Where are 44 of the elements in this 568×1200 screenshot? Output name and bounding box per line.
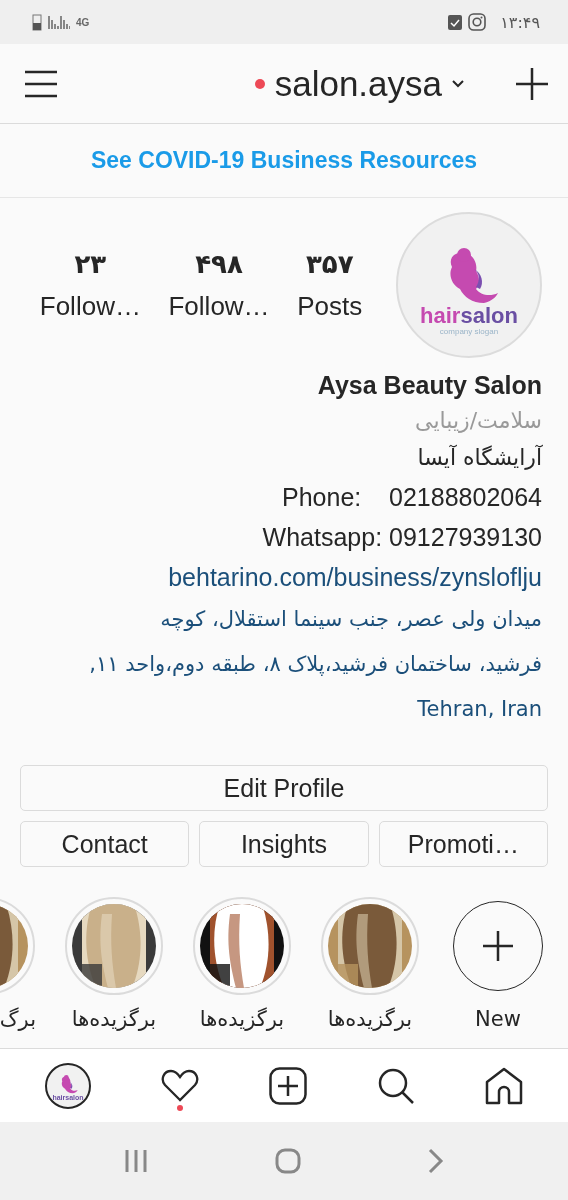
logo-slogan: company slogan bbox=[439, 326, 499, 336]
stat-label[interactable]: Follow… bbox=[168, 290, 270, 322]
battery-icon bbox=[32, 13, 42, 31]
network-type: 4G bbox=[76, 16, 90, 28]
profile-logo[interactable]: hairsalon company slogan bbox=[396, 212, 542, 358]
profile-action-button[interactable]: Contact bbox=[20, 821, 190, 867]
stat-count[interactable]: ۴۹۸ bbox=[195, 248, 243, 279]
stat-label[interactable]: Follow… bbox=[39, 290, 141, 322]
profile-name: Aysa Beauty Salon bbox=[317, 370, 542, 401]
contact-line: Phone: 02188802064 bbox=[282, 482, 542, 513]
home-button-icon[interactable] bbox=[275, 1148, 301, 1174]
clock: ۱۳:۴۹ bbox=[500, 12, 540, 32]
recent-apps-icon[interactable] bbox=[123, 1149, 148, 1173]
address-line[interactable]: Tehran, Iran bbox=[417, 688, 542, 731]
edit-profile-button[interactable]: Edit Profile bbox=[20, 765, 548, 811]
stat-count[interactable]: ۳۵۷ bbox=[305, 248, 354, 279]
highlight-label[interactable]: برگ bbox=[0, 1007, 36, 1031]
highlight-label[interactable]: برگزیده‌ها bbox=[199, 1007, 285, 1031]
profile-action-button[interactable]: Promoti… bbox=[378, 821, 548, 867]
checkbox-icon bbox=[448, 14, 463, 30]
plus-icon bbox=[483, 931, 513, 961]
signal-icon bbox=[48, 15, 70, 29]
stat-count[interactable]: ۲۳ bbox=[74, 248, 107, 279]
address-line[interactable]: فرشید، ساختمان فرشید،پلاک ۸، طبقه دوم،واحد ۱۱, bbox=[89, 643, 542, 686]
menu-icon[interactable] bbox=[24, 69, 58, 98]
username[interactable]: salon.aysa bbox=[274, 63, 442, 104]
camera-icon bbox=[468, 13, 487, 31]
contact-line: Whatsapp: 09127939130 bbox=[262, 522, 542, 553]
chevron-down-icon[interactable] bbox=[452, 79, 464, 88]
highlight-label[interactable]: برگزیده‌ها bbox=[327, 1007, 413, 1031]
highlight-label[interactable]: برگزیده‌ها bbox=[71, 1007, 157, 1031]
home-icon[interactable] bbox=[485, 1066, 523, 1105]
stat-label[interactable]: Posts bbox=[297, 290, 363, 322]
profile-action-button[interactable]: Insights bbox=[199, 821, 369, 867]
website-link[interactable]: behtarino.com/business/zynsloflju bbox=[168, 558, 542, 596]
bio-text: آرایشگاه آیسا bbox=[417, 443, 542, 472]
add-post-icon[interactable] bbox=[269, 1066, 307, 1105]
back-icon[interactable] bbox=[428, 1148, 445, 1174]
highlight-label[interactable]: New bbox=[475, 1007, 521, 1031]
search-icon[interactable] bbox=[377, 1066, 415, 1105]
address-line[interactable]: میدان ولی عصر، جنب سینما استقلال، کوچه bbox=[160, 598, 542, 641]
plus-icon[interactable] bbox=[516, 67, 548, 100]
logo-wordmark: hairsalon bbox=[420, 304, 518, 327]
profile-category: سلامت/زیبایی bbox=[415, 407, 542, 435]
